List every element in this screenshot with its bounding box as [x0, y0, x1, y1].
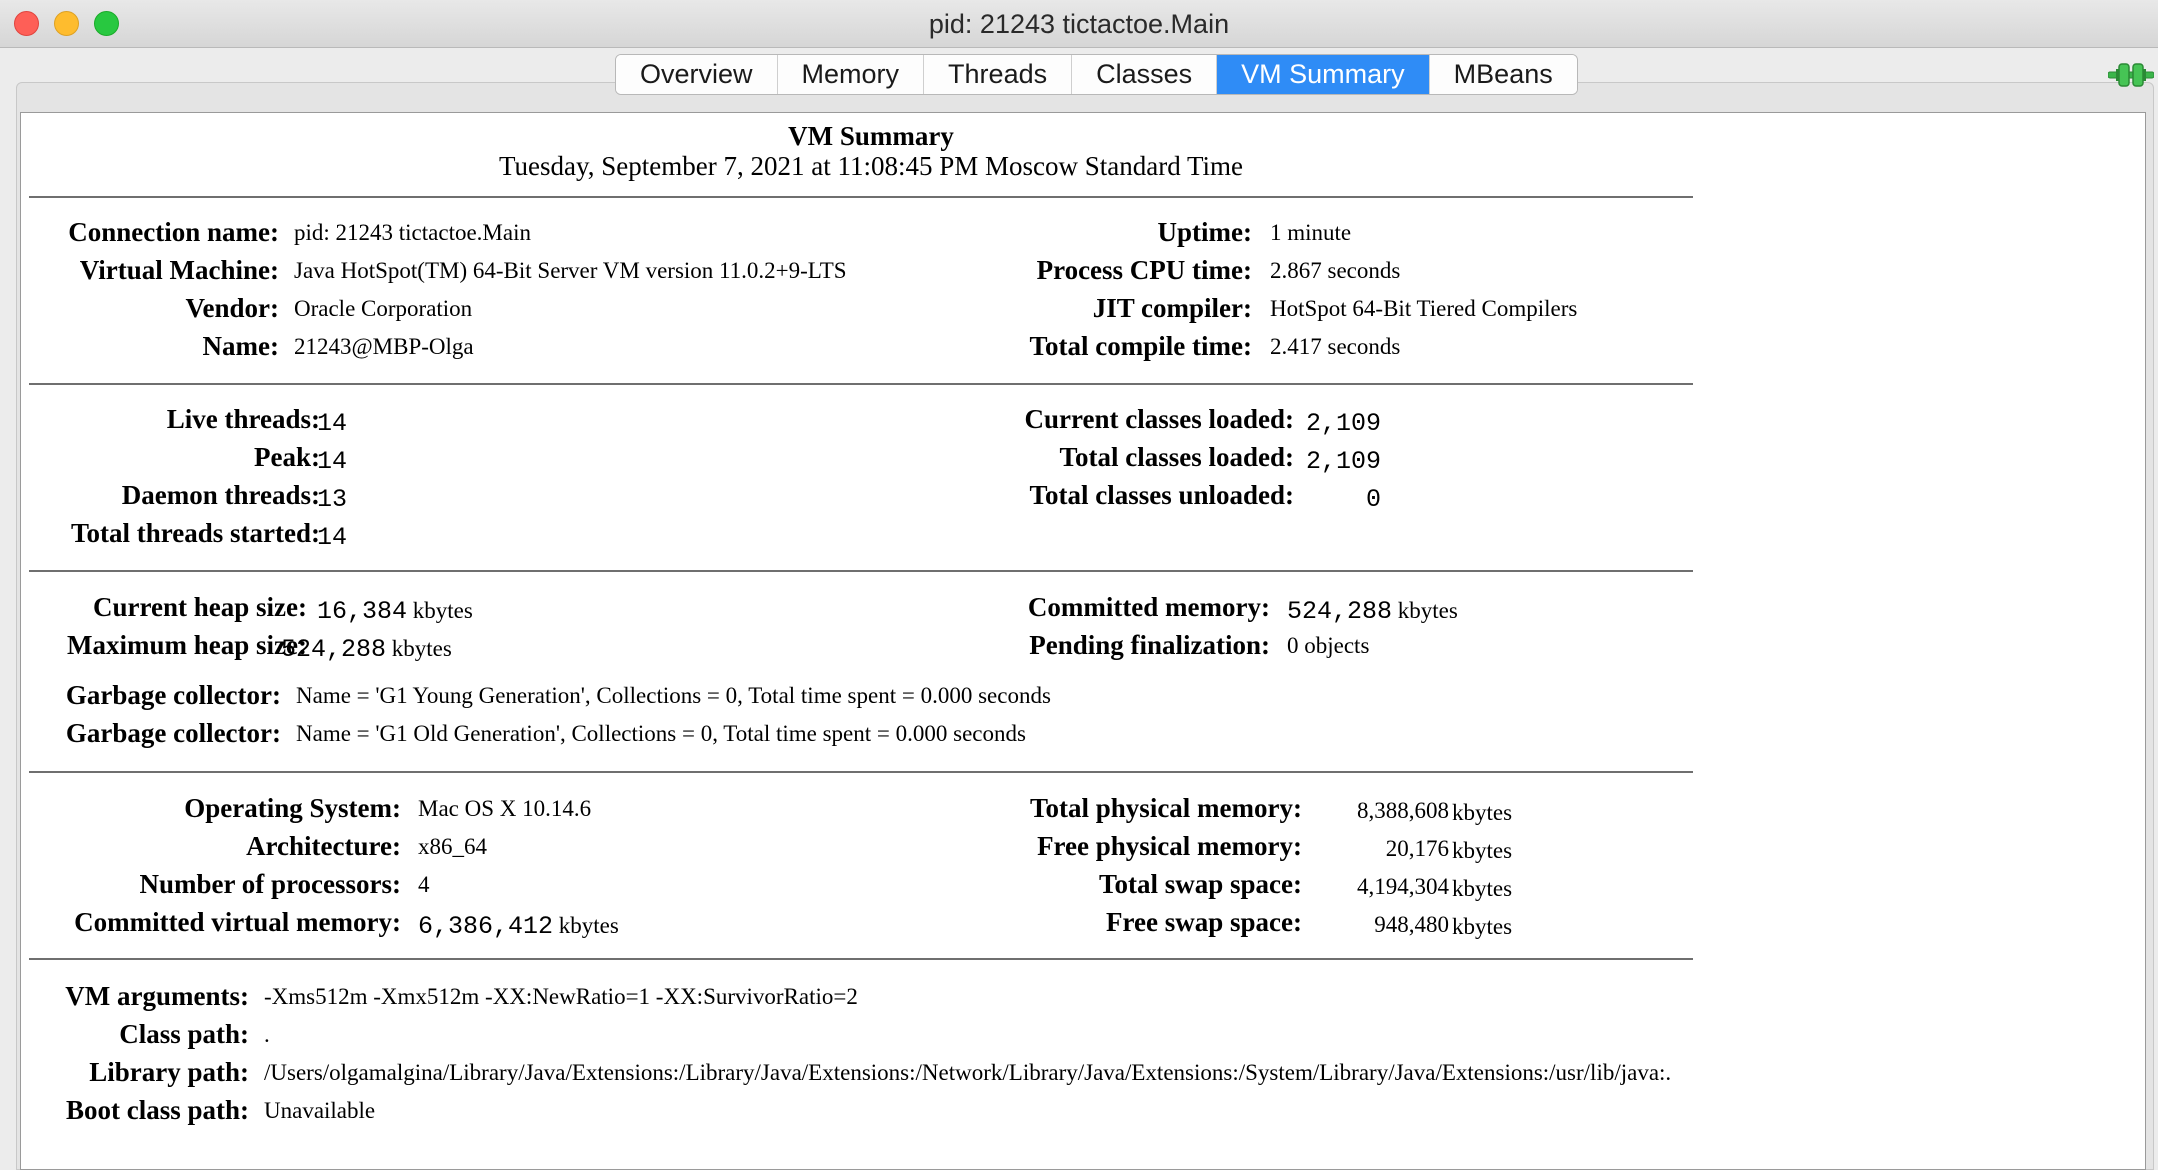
total-threads-started-value: 14	[317, 523, 348, 552]
number-of-processors-label: Number of processors:	[139, 869, 401, 899]
jit-compiler-label: JIT compiler:	[1092, 293, 1252, 323]
operating-system-label: Operating System:	[184, 793, 401, 823]
total-classes-unloaded-value: 0	[1365, 485, 1381, 514]
unit-label: kbytes	[412, 598, 473, 623]
unit-label: kbytes	[1452, 838, 1513, 863]
current-classes-loaded-value: 2,109	[1305, 409, 1381, 438]
tab-overview[interactable]: Overview	[616, 55, 778, 94]
garbage-collector-value: Name = 'G1 Young Generation', Collection…	[296, 683, 1051, 708]
class-path-value: .	[264, 1022, 270, 1047]
current-heap-size-value: 16,384 kbytes	[317, 597, 473, 626]
total-compile-time-label: Total compile time:	[1029, 331, 1252, 361]
pending-finalization-label: Pending finalization:	[1029, 630, 1270, 660]
current-heap-size-label: Current heap size:	[93, 592, 307, 622]
current-classes-loaded-label: Current classes loaded:	[1024, 404, 1295, 434]
current-heap-size-number: 16,384	[317, 597, 408, 626]
vm-summary-content: VM Summary Tuesday, September 7, 2021 at…	[20, 112, 2146, 1170]
window-title: pid: 21243 tictactoe.Main	[928, 9, 1230, 39]
committed-memory-number: 524,288	[1287, 597, 1393, 626]
total-threads-started-label: Total threads started:	[71, 518, 320, 548]
section-divider	[29, 383, 1693, 385]
section-divider	[29, 196, 1693, 198]
unit-label: kbytes	[391, 636, 452, 661]
jit-compiler-value: HotSpot 64-Bit Tiered Compilers	[1270, 296, 1578, 321]
virtual-machine-value: Java HotSpot(TM) 64-Bit Server VM versio…	[294, 258, 847, 283]
garbage-collector-label: Garbage collector:	[65, 718, 281, 748]
total-classes-loaded-value: 2,109	[1305, 447, 1381, 476]
architecture-value: x86_64	[418, 834, 487, 859]
committed-virtual-memory-value: 6,386,412 kbytes	[418, 912, 619, 941]
live-threads-label: Live threads:	[166, 404, 320, 434]
vendor-value: Oracle Corporation	[294, 296, 473, 321]
daemon-threads-value: 13	[317, 485, 348, 514]
process-cpu-time-label: Process CPU time:	[1036, 255, 1252, 285]
free-swap-space-number: 948,480	[1374, 912, 1449, 937]
total-swap-space-label: Total swap space:	[1098, 869, 1302, 899]
tab-threads[interactable]: Threads	[924, 55, 1073, 94]
name-label: Name:	[202, 331, 279, 361]
free-swap-space-label: Free swap space:	[1106, 907, 1302, 937]
total-classes-unloaded-label: Total classes unloaded:	[1029, 480, 1294, 510]
free-physical-memory-number: 20,176	[1385, 836, 1449, 861]
garbage-collector-value: Name = 'G1 Old Generation', Collections …	[296, 721, 1026, 746]
boot-class-path-value: Unavailable	[264, 1098, 376, 1123]
free-physical-memory-label: Free physical memory:	[1037, 831, 1302, 861]
tab-bar: Overview Memory Threads Classes VM Summa…	[615, 54, 1578, 95]
unit-label: kbytes	[1452, 800, 1513, 825]
connection-name-value: pid: 21243 tictactoe.Main	[294, 220, 531, 245]
virtual-machine-label: Virtual Machine:	[79, 255, 279, 285]
title-bar: pid: 21243 tictactoe.Main	[0, 0, 2158, 48]
tab-classes[interactable]: Classes	[1072, 55, 1218, 94]
boot-class-path-label: Boot class path:	[65, 1095, 249, 1125]
maximum-heap-size-value: 524,288 kbytes	[281, 635, 452, 664]
section-divider	[29, 570, 1693, 572]
number-of-processors-value: 4	[418, 872, 430, 897]
peak-threads-label: Peak:	[254, 442, 320, 472]
plug-connected-icon[interactable]	[2108, 62, 2154, 88]
uptime-value: 1 minute	[1270, 220, 1352, 245]
pending-finalization-value: 0 objects	[1287, 633, 1370, 658]
vm-arguments-value: -Xms512m -Xmx512m -XX:NewRatio=1 -XX:Sur…	[264, 984, 858, 1009]
live-threads-value: 14	[317, 409, 348, 438]
class-path-label: Class path:	[119, 1019, 249, 1049]
uptime-label: Uptime:	[1157, 217, 1252, 247]
tab-memory[interactable]: Memory	[777, 55, 925, 94]
total-swap-space-number: 4,194,304	[1357, 874, 1449, 899]
unit-label: kbytes	[1397, 598, 1458, 623]
connection-name-label: Connection name:	[68, 217, 279, 247]
total-physical-memory-number: 8,388,608	[1357, 798, 1449, 823]
summary-title: VM Summary	[788, 121, 954, 151]
name-value: 21243@MBP-Olga	[294, 334, 474, 359]
vm-arguments-label: VM arguments:	[65, 981, 249, 1011]
section-divider	[29, 958, 1693, 960]
total-physical-memory-label: Total physical memory:	[1030, 793, 1302, 823]
vendor-label: Vendor:	[185, 293, 279, 323]
committed-virtual-memory-label: Committed virtual memory:	[74, 907, 401, 937]
committed-virtual-memory-number: 6,386,412	[418, 912, 554, 941]
garbage-collector-label: Garbage collector:	[65, 680, 281, 710]
library-path-label: Library path:	[89, 1057, 249, 1087]
peak-threads-value: 14	[317, 447, 348, 476]
committed-memory-value: 524,288 kbytes	[1287, 597, 1458, 626]
operating-system-value: Mac OS X 10.14.6	[418, 796, 592, 821]
maximum-heap-size-label: Maximum heap size:	[67, 630, 307, 660]
tab-mbeans[interactable]: MBeans	[1429, 55, 1577, 94]
daemon-threads-label: Daemon threads:	[121, 480, 320, 510]
library-path-value: /Users/olgamalgina/Library/Java/Extensio…	[264, 1060, 1672, 1085]
process-cpu-time-value: 2.867 seconds	[1270, 258, 1401, 283]
total-classes-loaded-label: Total classes loaded:	[1059, 442, 1294, 472]
unit-label: kbytes	[1452, 914, 1513, 939]
section-divider	[29, 771, 1693, 773]
unit-label: kbytes	[558, 913, 619, 938]
architecture-label: Architecture:	[246, 831, 401, 861]
summary-date: Tuesday, September 7, 2021 at 11:08:45 P…	[498, 151, 1243, 181]
unit-label: kbytes	[1452, 876, 1513, 901]
total-compile-time-value: 2.417 seconds	[1270, 334, 1401, 359]
maximum-heap-size-number: 524,288	[281, 635, 387, 664]
committed-memory-label: Committed memory:	[1027, 592, 1270, 622]
tab-vm-summary[interactable]: VM Summary	[1217, 55, 1430, 94]
